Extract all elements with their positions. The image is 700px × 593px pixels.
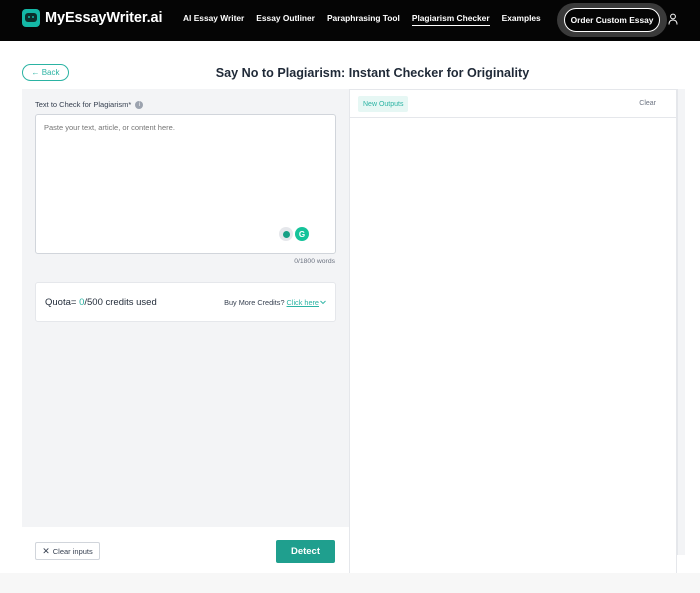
- nav-examples[interactable]: Examples: [502, 13, 541, 26]
- output-header: New Outputs Clear: [350, 90, 676, 118]
- page-footer-strip: [0, 573, 700, 593]
- input-panel: Text to Check for Plagiarism* i G 0/1800…: [22, 89, 349, 527]
- clear-inputs-button[interactable]: ✕ Clear inputs: [35, 542, 100, 560]
- nav-paraphrasing-tool[interactable]: Paraphrasing Tool: [327, 13, 400, 26]
- robot-logo-icon: [22, 9, 40, 27]
- top-header: MyEssayWriter.ai AI Essay Writer Essay O…: [0, 0, 700, 41]
- clear-outputs-button[interactable]: Clear: [639, 100, 656, 107]
- nav-plagiarism-checker[interactable]: Plagiarism Checker: [411, 13, 490, 26]
- output-panel: New Outputs Clear: [349, 89, 677, 573]
- quota-prefix: Quota=: [45, 297, 80, 308]
- click-here-link[interactable]: Click here: [287, 298, 319, 307]
- lightbulb-icon[interactable]: [279, 227, 293, 241]
- logo[interactable]: MyEssayWriter.ai: [22, 9, 163, 27]
- chevron-down-icon[interactable]: [320, 300, 326, 305]
- quota-suffix: /500 credits used: [84, 297, 157, 308]
- user-icon[interactable]: [668, 13, 678, 25]
- page-title: Say No to Plagiarism: Instant Checker fo…: [215, 66, 530, 80]
- scrollbar[interactable]: [677, 89, 685, 555]
- close-icon: ✕: [42, 545, 50, 556]
- main-nav: AI Essay Writer Essay Outliner Paraphras…: [183, 13, 553, 26]
- buy-more-credits: Buy More Credits? Click here: [224, 298, 326, 307]
- input-actions-bar: ✕ Clear inputs Detect: [22, 527, 349, 573]
- text-field-label: Text to Check for Plagiarism* i: [35, 100, 144, 109]
- buy-more-label: Buy More Credits?: [224, 298, 287, 307]
- field-label-text: Text to Check for Plagiarism*: [35, 100, 132, 109]
- clear-inputs-label: Clear inputs: [52, 546, 93, 556]
- logo-text: MyEssayWriter.ai: [45, 10, 163, 26]
- word-count: 0/1800 words: [294, 258, 335, 265]
- grammarly-icon[interactable]: G: [295, 227, 309, 241]
- quota-text: Quota= 0/500 credits used: [45, 297, 157, 308]
- order-button-halo: Order Custom Essay: [557, 3, 667, 37]
- new-outputs-tab[interactable]: New Outputs: [358, 96, 409, 112]
- nav-essay-outliner[interactable]: Essay Outliner: [256, 13, 315, 26]
- order-custom-essay-button[interactable]: Order Custom Essay: [564, 8, 660, 32]
- quota-box: Quota= 0/500 credits used Buy More Credi…: [35, 282, 336, 322]
- textarea-tools: G: [279, 227, 311, 241]
- info-icon[interactable]: i: [135, 100, 144, 109]
- detect-button[interactable]: Detect: [276, 540, 335, 563]
- nav-ai-essay-writer[interactable]: AI Essay Writer: [183, 13, 244, 26]
